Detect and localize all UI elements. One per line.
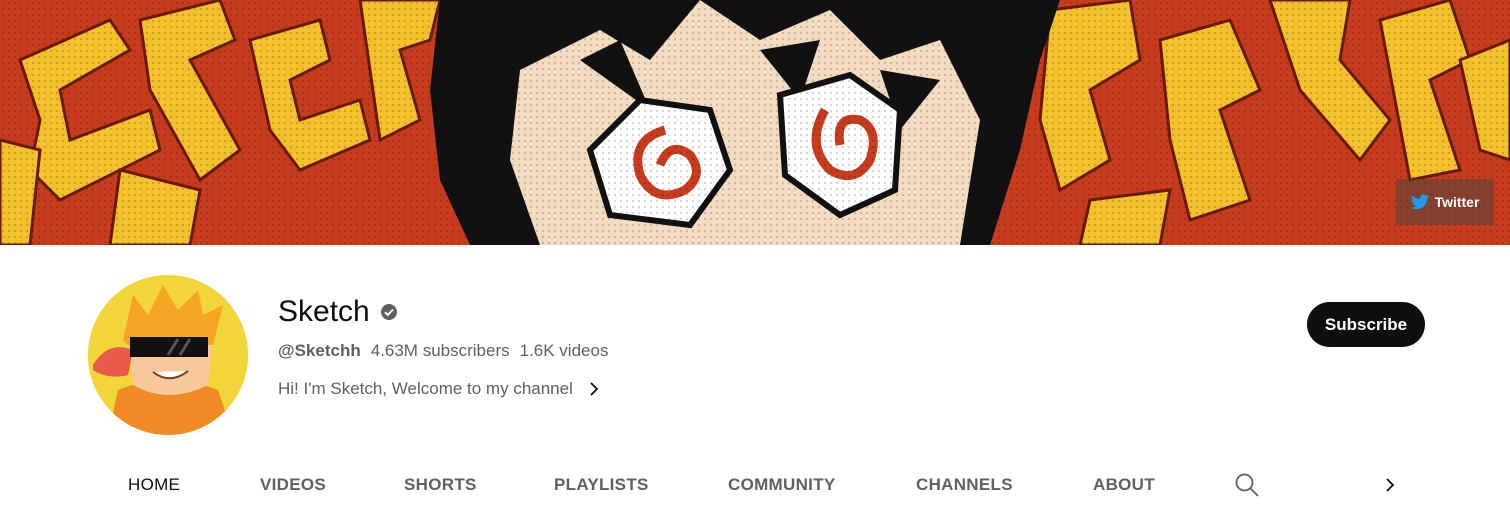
subscriber-count: 4.63M subscribers bbox=[370, 341, 510, 360]
channel-title-row: Sketch bbox=[278, 295, 398, 329]
tab-home[interactable]: HOME bbox=[128, 475, 180, 495]
search-icon[interactable] bbox=[1234, 472, 1260, 498]
channel-tabs: HOME VIDEOS SHORTS PLAYLISTS COMMUNITY C… bbox=[0, 445, 1510, 509]
twitter-label: Twitter bbox=[1434, 194, 1480, 210]
chevron-right-icon bbox=[585, 380, 603, 398]
twitter-icon bbox=[1410, 194, 1429, 210]
tab-playlists[interactable]: PLAYLISTS bbox=[554, 475, 649, 495]
channel-name: Sketch bbox=[278, 295, 370, 328]
subscribe-button[interactable]: Subscribe bbox=[1307, 302, 1425, 347]
verified-check-icon bbox=[380, 303, 398, 321]
twitter-link[interactable]: Twitter bbox=[1396, 179, 1494, 225]
tab-shorts[interactable]: SHORTS bbox=[404, 475, 477, 495]
video-count: 1.6K videos bbox=[519, 341, 609, 360]
avatar-art bbox=[88, 275, 248, 435]
channel-header: Sketch @Sketchh 4.63M subscribers 1.6K v… bbox=[0, 245, 1510, 445]
channel-banner: Twitter bbox=[0, 0, 1510, 245]
chevron-right-icon[interactable] bbox=[1380, 475, 1400, 495]
tab-videos[interactable]: VIDEOS bbox=[260, 475, 326, 495]
channel-meta: @Sketchh 4.63M subscribers 1.6K videos bbox=[278, 341, 608, 361]
tab-channels[interactable]: CHANNELS bbox=[916, 475, 1013, 495]
channel-description: Hi! I'm Sketch, Welcome to my channel bbox=[278, 379, 573, 398]
banner-art bbox=[0, 0, 1510, 245]
channel-avatar[interactable] bbox=[88, 275, 248, 435]
channel-handle: @Sketchh bbox=[278, 341, 361, 360]
channel-description-link[interactable]: Hi! I'm Sketch, Welcome to my channel bbox=[278, 379, 603, 399]
tab-about[interactable]: ABOUT bbox=[1093, 475, 1155, 495]
tab-community[interactable]: COMMUNITY bbox=[728, 475, 836, 495]
